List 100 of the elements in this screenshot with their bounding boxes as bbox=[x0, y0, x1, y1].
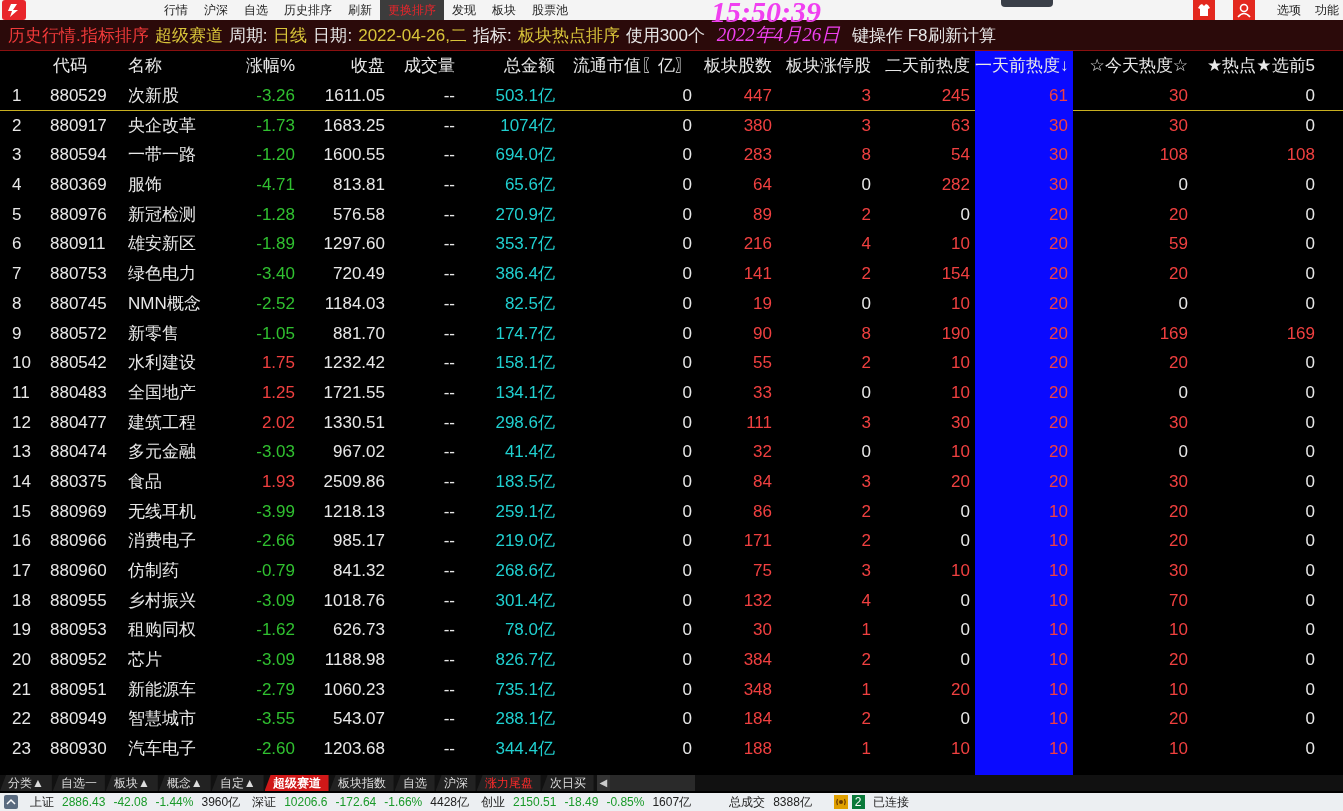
close-cell-text: 1600.55 bbox=[322, 144, 386, 167]
column-header[interactable]: 板块股数 bbox=[697, 51, 777, 81]
column-header[interactable]: 成交量 bbox=[390, 51, 460, 81]
code-cell-text: 880953 bbox=[49, 619, 108, 642]
table-row[interactable]: 2 880917 央企改革 -1.73 1683.25 -- 1074亿 0 380 3 63 30 30 0 bbox=[0, 110, 1343, 141]
menu-item[interactable]: 板块 bbox=[484, 0, 524, 20]
expand-icon[interactable] bbox=[4, 795, 18, 809]
amount-cell-text: 1074亿 bbox=[499, 114, 556, 137]
stock-count-cell-text: 348 bbox=[742, 678, 773, 701]
volume-cell-text: -- bbox=[442, 114, 456, 137]
volume-cell-text: -- bbox=[442, 233, 456, 256]
table-row[interactable]: 7 880753 绿色电力 -3.40 720.49 -- 386.4亿 0 141 2 154 20 20 0 bbox=[0, 259, 1343, 289]
change-cell-text: -2.79 bbox=[255, 678, 296, 701]
indicator-value: 板块热点排序 bbox=[517, 24, 620, 47]
sheet-tab[interactable]: 自选 bbox=[394, 775, 435, 791]
table-row[interactable]: 4 880369 服饰 -4.71 813.81 -- 65.6亿 0 64 0 282 30 0 0 bbox=[0, 170, 1343, 200]
column-header[interactable]: 流通市值〖亿〗 bbox=[560, 51, 697, 81]
table-row[interactable]: 18 880955 乡村振兴 -3.09 1018.76 -- 301.4亿 0 132 4 0 10 70 0 bbox=[0, 585, 1343, 616]
user-icon[interactable] bbox=[1233, 0, 1255, 20]
table-row[interactable]: 9 880572 新零售 -1.05 881.70 -- 174.7亿 0 90 8 190 20 169 169 bbox=[0, 318, 1343, 349]
table-row[interactable]: 21 880951 新能源车 -2.79 1060.23 -- 735.1亿 0 348 1 20 10 10 0 bbox=[0, 674, 1343, 705]
table-row[interactable]: 3 880594 一带一路 -1.20 1600.55 -- 694.0亿 0 283 8 54 30 108 108 bbox=[0, 140, 1343, 171]
sheet-tab[interactable]: 自选一 bbox=[52, 775, 105, 791]
column-header[interactable]: 代码 bbox=[45, 51, 120, 81]
column-header[interactable]: 收盘 bbox=[300, 51, 390, 81]
table-row[interactable]: 11 880483 全国地产 1.25 1721.55 -- 134.1亿 0 33 0 10 20 0 0 bbox=[0, 377, 1343, 408]
menu-item[interactable]: 选项 bbox=[1273, 1, 1305, 19]
stock-count-cell-text: 90 bbox=[752, 322, 773, 345]
sheet-tab[interactable]: 超级赛道 bbox=[264, 775, 329, 791]
broadcast-icon[interactable] bbox=[833, 795, 848, 809]
column-header[interactable]: 名称 bbox=[120, 51, 215, 81]
table-row[interactable]: 1 880529 次新股 -3.26 1611.05 -- 503.1亿 0 447 3 245 61 30 0 bbox=[0, 81, 1343, 111]
heat-cell: 20 bbox=[975, 407, 1073, 438]
limit-up-cell-text: 8 bbox=[860, 322, 872, 345]
menu-item[interactable]: 自选 bbox=[236, 0, 276, 20]
shirt-icon[interactable] bbox=[1193, 0, 1215, 20]
column-header[interactable]: 板块涨停股 bbox=[777, 51, 876, 81]
market-value-cell-text: 0 bbox=[681, 114, 693, 137]
sheet-tab[interactable]: 板块▲ bbox=[105, 775, 158, 791]
menu-item[interactable]: 沪深 bbox=[196, 0, 236, 20]
table-row[interactable]: 8 880745 NMN概念 -2.52 1184.03 -- 82.5亿 0 19 0 10 20 0 0 bbox=[0, 288, 1343, 319]
menu-item[interactable]: 股票池 bbox=[524, 0, 576, 20]
change-cell-text: -3.40 bbox=[255, 263, 296, 286]
volume-cell-text: -- bbox=[442, 560, 456, 582]
sheet-tab[interactable]: 涨力尾盘 bbox=[476, 775, 541, 791]
sheet-tab[interactable]: 分类▲ bbox=[0, 775, 52, 791]
menu-item[interactable]: 行情 bbox=[156, 0, 196, 20]
amount-cell-text: 353.7亿 bbox=[494, 233, 556, 256]
menu-item[interactable]: 功能 bbox=[1311, 1, 1343, 19]
table-row[interactable]: 6 880911 雄安新区 -1.89 1297.60 -- 353.7亿 0 216 4 10 20 59 0 bbox=[0, 229, 1343, 260]
heat-cell: 10 bbox=[975, 734, 1073, 764]
row-number: 15 bbox=[11, 500, 32, 523]
change-cell-text: 1.25 bbox=[260, 381, 296, 404]
column-header[interactable]: 二天前热度 bbox=[876, 51, 975, 81]
info-note: 使用300个 bbox=[625, 24, 705, 47]
sheet-tab[interactable]: 自定▲ bbox=[211, 775, 264, 791]
total-label: 总成交 bbox=[729, 793, 766, 811]
app-logo-icon[interactable] bbox=[2, 0, 26, 20]
column-header[interactable]: 涨幅% bbox=[215, 51, 300, 81]
table-row[interactable]: 10 880542 水利建设 1.75 1232.42 -- 158.1亿 0 55 2 10 20 20 0 bbox=[0, 348, 1343, 378]
stock-count-cell-text: 19 bbox=[752, 292, 773, 315]
column-header[interactable]: ☆今天热度☆ bbox=[1073, 51, 1193, 81]
column-header[interactable]: 一天前热度↓ bbox=[975, 51, 1073, 81]
column-header[interactable]: ★热点★选前5 bbox=[1193, 51, 1320, 81]
volume-cell-text: -- bbox=[442, 530, 456, 553]
table-row[interactable]: 19 880953 租购同权 -1.62 626.73 -- 78.0亿 0 30 1 0 10 10 0 bbox=[0, 615, 1343, 646]
limit-up-cell-text: 0 bbox=[860, 292, 872, 315]
table-row[interactable]: 12 880477 建筑工程 2.02 1330.51 -- 298.6亿 0 111 3 30 20 30 0 bbox=[0, 407, 1343, 438]
table-row[interactable]: 16 880966 消费电子 -2.66 985.17 -- 219.0亿 0 171 2 0 10 20 0 bbox=[0, 526, 1343, 556]
sheet-tab[interactable]: 沪深 bbox=[435, 775, 476, 791]
limit-up-cell-text: 2 bbox=[860, 203, 872, 226]
row-number: 9 bbox=[11, 322, 23, 345]
table-row[interactable]: 5 880976 新冠检测 -1.28 576.58 -- 270.9亿 0 89 2 0 20 20 0 bbox=[0, 199, 1343, 230]
name-cell-text: 消费电子 bbox=[127, 530, 197, 553]
table-row[interactable]: 17 880960 仿制药 -0.79 841.32 -- 268.6亿 0 75 3 10 10 30 0 bbox=[0, 556, 1343, 586]
menu-item[interactable]: 刷新 bbox=[340, 0, 380, 20]
date-label: 日期: bbox=[313, 24, 353, 47]
market-value-cell-text: 0 bbox=[681, 292, 693, 315]
heat-cell: 30 bbox=[975, 170, 1073, 200]
table-row[interactable]: 13 880474 多元金融 -3.03 967.02 -- 41.4亿 0 32 0 10 20 0 0 bbox=[0, 437, 1343, 467]
scroll-left-button[interactable]: ◀ bbox=[596, 775, 611, 791]
table-row[interactable]: 22 880949 智慧城市 -3.55 543.07 -- 288.1亿 0 184 2 0 10 20 0 bbox=[0, 704, 1343, 735]
change-cell-text: -1.73 bbox=[255, 114, 296, 137]
heat-cell-text: 59 bbox=[1168, 233, 1189, 256]
menu-item[interactable]: 发现 bbox=[444, 0, 484, 20]
sheet-tab[interactable]: 板块指数 bbox=[329, 775, 394, 791]
heat-cell: 20 bbox=[975, 318, 1073, 349]
menu-item[interactable]: 历史排序 bbox=[276, 0, 340, 20]
sheet-tab[interactable]: 概念▲ bbox=[158, 775, 211, 791]
sheet-tab[interactable]: 次日买 bbox=[541, 775, 594, 791]
close-cell-text: 626.73 bbox=[332, 619, 386, 642]
table-row[interactable]: 15 880969 无线耳机 -3.99 1218.13 -- 259.1亿 0 86 2 0 10 20 0 bbox=[0, 496, 1343, 527]
table-row[interactable]: 20 880952 芯片 -3.09 1188.98 -- 826.7亿 0 384 2 0 10 20 0 bbox=[0, 645, 1343, 675]
heat-cell-text: 0 bbox=[959, 530, 971, 553]
column-header[interactable]: 总金额 bbox=[460, 51, 560, 81]
name-cell-text: 乡村振兴 bbox=[127, 589, 197, 612]
table-row[interactable]: 14 880375 食品 1.93 2509.86 -- 183.5亿 0 84 3 20 20 30 0 bbox=[0, 466, 1343, 497]
table-row[interactable]: 23 880930 汽车电子 -2.60 1203.68 -- 344.4亿 0 188 1 10 10 10 0 bbox=[0, 734, 1343, 764]
horizontal-scrollbar[interactable] bbox=[610, 775, 696, 791]
stock-count-cell-text: 55 bbox=[752, 352, 773, 375]
